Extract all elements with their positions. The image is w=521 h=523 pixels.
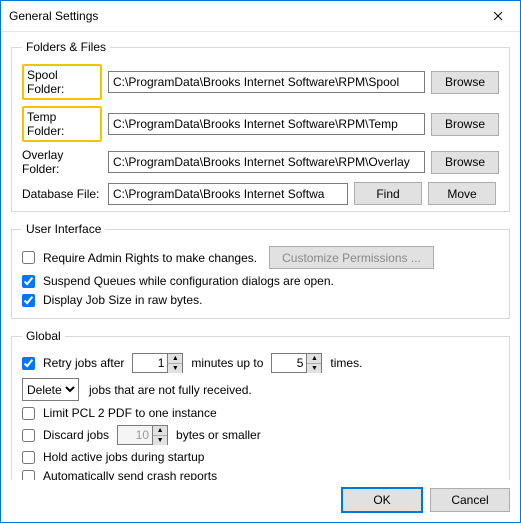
user-interface-group: User Interface Require Admin Rights to m… [11, 222, 510, 319]
folders-files-group: Folders & Files Spool Folder: Browse Tem… [11, 40, 510, 212]
discard-jobs-label: Discard jobs [43, 428, 109, 442]
discard-jobs-checkbox[interactable] [22, 429, 35, 442]
database-find-button[interactable]: Find [354, 182, 422, 205]
chevron-down-icon[interactable]: ▼ [153, 436, 167, 445]
database-file-input[interactable] [108, 183, 348, 205]
suspend-queues-checkbox[interactable] [22, 275, 35, 288]
display-jobsize-checkbox[interactable] [22, 294, 35, 307]
retry-jobs-checkbox[interactable] [22, 357, 35, 370]
hold-active-label: Hold active jobs during startup [43, 450, 204, 464]
global-group: Global Retry jobs after ▲▼ minutes up to… [11, 329, 510, 480]
retry-before-label: Retry jobs after [43, 356, 124, 370]
chevron-up-icon[interactable]: ▲ [307, 354, 321, 364]
spool-browse-button[interactable]: Browse [431, 71, 499, 94]
database-move-button[interactable]: Move [428, 182, 496, 205]
chevron-up-icon[interactable]: ▲ [153, 426, 167, 436]
discard-bytes-input[interactable] [117, 425, 153, 445]
spool-folder-input[interactable] [108, 71, 425, 93]
display-jobsize-label: Display Job Size in raw bytes. [43, 293, 202, 307]
limit-pcl-checkbox[interactable] [22, 407, 35, 420]
retry-after-label: times. [330, 356, 362, 370]
retry-minutes-spinner[interactable]: ▲▼ [132, 353, 183, 373]
retry-mid-label: minutes up to [191, 356, 263, 370]
dialog-footer: OK Cancel [1, 480, 520, 522]
general-settings-dialog: General Settings Folders & Files Spool F… [0, 0, 521, 523]
not-received-label: jobs that are not fully received. [89, 383, 252, 397]
require-admin-label: Require Admin Rights to make changes. [43, 251, 257, 265]
customize-permissions-button[interactable]: Customize Permissions ... [269, 246, 434, 269]
hold-active-checkbox[interactable] [22, 451, 35, 464]
close-button[interactable] [475, 1, 520, 31]
database-file-label: Database File: [22, 187, 102, 201]
discard-after-label: bytes or smaller [176, 428, 261, 442]
dialog-content: Folders & Files Spool Folder: Browse Tem… [1, 32, 520, 480]
overlay-folder-input[interactable] [108, 151, 425, 173]
temp-folder-input[interactable] [108, 113, 425, 135]
suspend-queues-label: Suspend Queues while configuration dialo… [43, 274, 334, 288]
chevron-down-icon[interactable]: ▼ [307, 364, 321, 373]
overlay-browse-button[interactable]: Browse [431, 151, 499, 174]
limit-pcl-label: Limit PCL 2 PDF to one instance [43, 406, 217, 420]
close-icon [493, 11, 503, 21]
retry-times-spinner[interactable]: ▲▼ [271, 353, 322, 373]
require-admin-checkbox[interactable] [22, 251, 35, 264]
retry-times-input[interactable] [271, 353, 307, 373]
folders-legend: Folders & Files [22, 40, 110, 54]
spool-folder-label: Spool Folder: [22, 64, 102, 100]
ok-button[interactable]: OK [342, 488, 422, 512]
ui-legend: User Interface [22, 222, 105, 236]
retry-minutes-input[interactable] [132, 353, 168, 373]
window-title: General Settings [1, 9, 98, 23]
global-legend: Global [22, 329, 65, 343]
cancel-button[interactable]: Cancel [430, 488, 510, 512]
send-crash-label: Automatically send crash reports [43, 469, 217, 480]
temp-folder-label: Temp Folder: [22, 106, 102, 142]
overlay-folder-label: Overlay Folder: [22, 148, 102, 176]
temp-browse-button[interactable]: Browse [431, 113, 499, 136]
titlebar: General Settings [1, 1, 520, 32]
not-received-action-combo[interactable]: Delete [22, 378, 79, 401]
chevron-up-icon[interactable]: ▲ [168, 354, 182, 364]
send-crash-checkbox[interactable] [22, 470, 35, 481]
discard-bytes-spinner[interactable]: ▲▼ [117, 425, 168, 445]
chevron-down-icon[interactable]: ▼ [168, 364, 182, 373]
